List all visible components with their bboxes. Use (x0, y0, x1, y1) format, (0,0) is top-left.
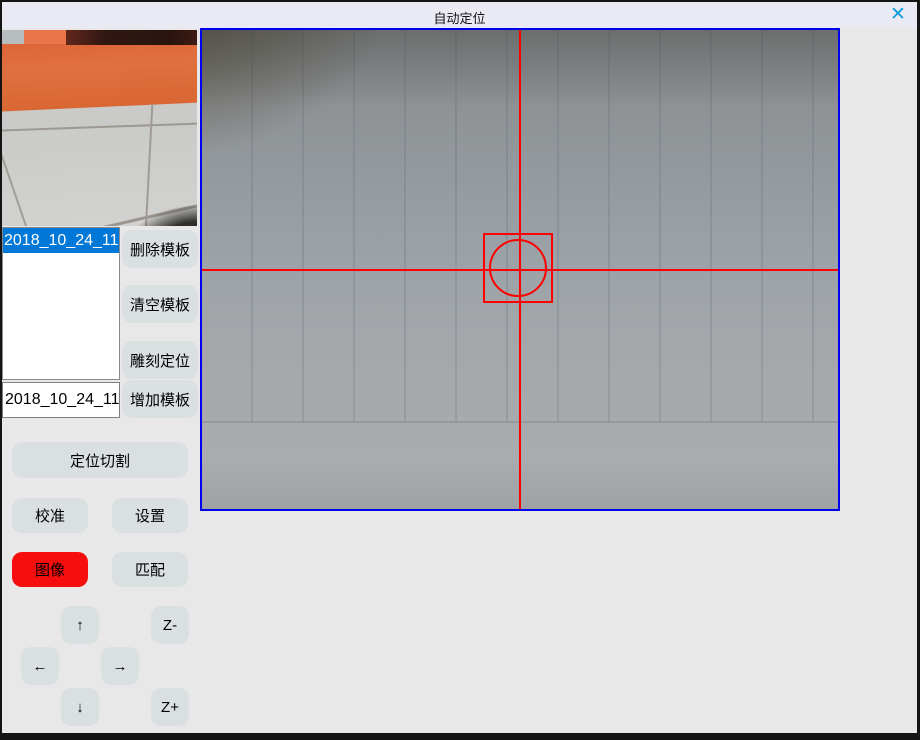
thumbnail-tile-line (2, 131, 37, 226)
image-button-active[interactable]: 图像 (12, 552, 88, 587)
clear-templates-button[interactable]: 清空模板 (122, 285, 198, 323)
match-button[interactable]: 匹配 (112, 552, 188, 587)
thumbnail-tile-line (145, 104, 154, 226)
jog-z-minus-button[interactable]: Z- (151, 606, 189, 644)
window-title: 自动定位 (2, 8, 917, 27)
delete-template-button[interactable]: 删除模板 (122, 230, 198, 268)
add-template-button[interactable]: 增加模板 (122, 380, 198, 418)
title-bar: 自动定位 ✕ (2, 2, 917, 28)
thumbnail-orange-patch (20, 30, 66, 44)
position-cut-button[interactable]: 定位切割 (12, 442, 188, 478)
template-name-input[interactable] (2, 382, 120, 418)
jog-right-button[interactable]: → (101, 647, 139, 685)
jog-up-button[interactable]: ↑ (61, 606, 99, 644)
jog-left-button[interactable]: ← (21, 647, 59, 685)
thumbnail-dark-bar (66, 30, 197, 45)
app-window: 自动定位 ✕ 2018_10_24_11 删除模板 清空模板 雕刻定位 增加模板… (0, 0, 920, 740)
template-listbox[interactable]: 2018_10_24_11 (2, 227, 120, 380)
main-content: 2018_10_24_11 删除模板 清空模板 雕刻定位 增加模板 定位切割 校… (2, 28, 917, 733)
list-item[interactable]: 2018_10_24_11 (3, 228, 119, 253)
engrave-position-button[interactable]: 雕刻定位 (122, 341, 198, 379)
jog-z-plus-button[interactable]: Z+ (151, 688, 189, 726)
close-icon[interactable]: ✕ (885, 3, 911, 27)
target-circle-marker (489, 239, 547, 297)
calibrate-button[interactable]: 校准 (12, 498, 88, 533)
thumbnail-tile-line (2, 122, 197, 131)
camera-live-view (200, 28, 840, 511)
thumbnail-gray-patch (2, 30, 24, 44)
jog-down-button[interactable]: ↓ (61, 688, 99, 726)
settings-button[interactable]: 设置 (112, 498, 188, 533)
template-thumbnail-image (2, 30, 197, 226)
